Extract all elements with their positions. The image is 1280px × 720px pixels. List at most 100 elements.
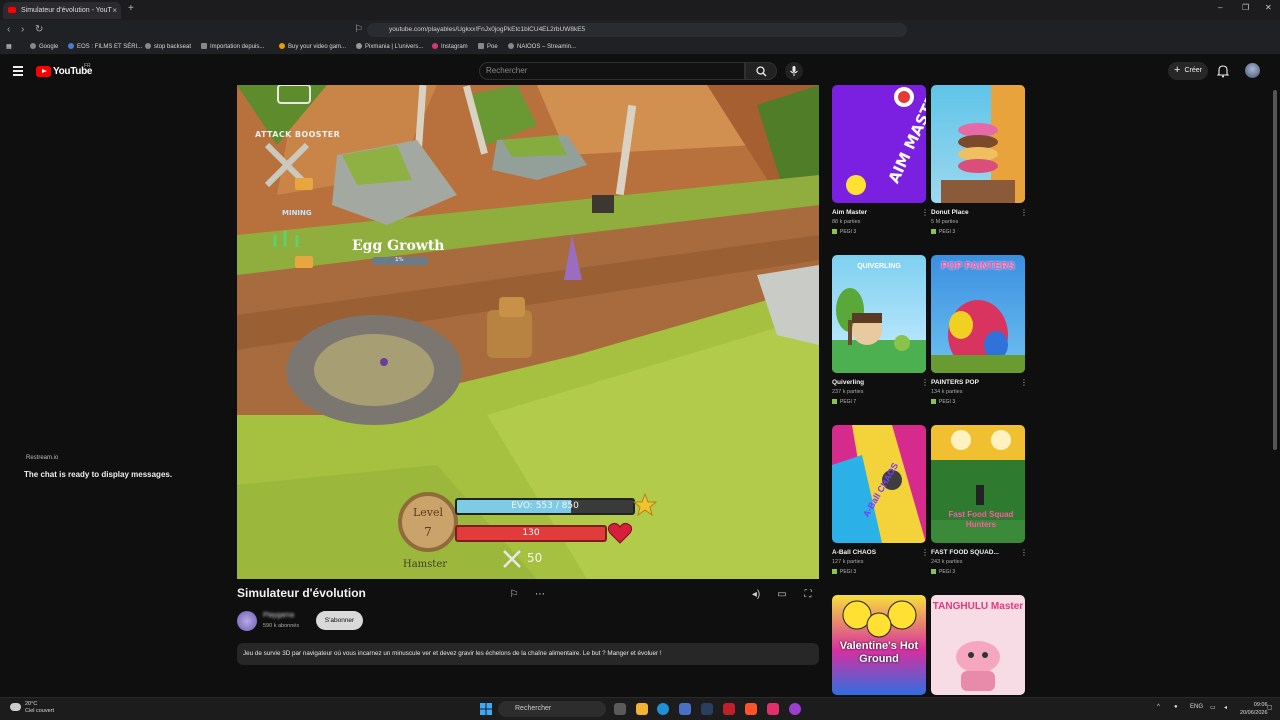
bookmark-item[interactable]: Google: [30, 43, 58, 50]
heart-icon: [607, 522, 633, 544]
bookmark-item[interactable]: stop backseat: [145, 43, 191, 50]
card-title[interactable]: PAINTERS POP: [931, 379, 979, 386]
browser-tabbar: Simulateur d'évolution - YouT × + – ❐ ✕: [0, 0, 1280, 20]
video-description[interactable]: Jeu de survie 3D par navigateur où vous …: [237, 643, 819, 665]
close-tab-icon[interactable]: ×: [112, 2, 117, 19]
cloud-icon: [10, 703, 21, 711]
notifications-bell-icon[interactable]: [1217, 64, 1229, 78]
apps-icon[interactable]: ▦: [6, 43, 12, 50]
thumbnail[interactable]: AIM MASTER: [832, 85, 926, 203]
video-title: Simulateur d'évolution: [237, 586, 366, 600]
theater-mode-icon[interactable]: ▭: [775, 588, 789, 602]
taskbar-search[interactable]: Rechercher: [498, 701, 606, 717]
thumbnail[interactable]: Fast Food Squad Hunters: [931, 425, 1025, 543]
card-title[interactable]: Quiverling: [832, 379, 864, 386]
close-window-icon[interactable]: ✕: [1265, 3, 1272, 12]
url-field[interactable]: youtube.com/playables/Ugkxx!FnJx0jogPkEt…: [367, 23, 907, 37]
bookmark-item[interactable]: NAIOOS – Streamin...: [508, 43, 576, 50]
card-plays: 127 k parties: [832, 559, 864, 565]
thumbnail[interactable]: POP PAINTERS: [931, 255, 1025, 373]
thumbnail-text: Valentine's Hot Ground: [839, 640, 919, 665]
brave-icon[interactable]: [745, 703, 757, 715]
level-value: 7: [424, 525, 432, 539]
app-icon[interactable]: [723, 703, 735, 715]
system-clock[interactable]: 09:06 20/06/2026: [1240, 701, 1268, 717]
more-actions-icon[interactable]: ⋯: [533, 588, 547, 602]
bookmark-item[interactable]: Importation depuis...: [201, 43, 264, 50]
tray-overflow-icon[interactable]: ^: [1157, 704, 1160, 710]
game-canvas[interactable]: ATTACK BOOSTER MINING Egg Growth 1% Leve…: [237, 85, 819, 579]
pegi-rating: PEGI 3: [832, 229, 856, 235]
card-more-icon[interactable]: ⋮: [1020, 208, 1028, 217]
chat-status-message: The chat is ready to display messages.: [24, 470, 173, 479]
create-button[interactable]: Créer: [1168, 61, 1208, 80]
card-more-icon[interactable]: ⋮: [1020, 548, 1028, 557]
menu-icon[interactable]: [13, 66, 23, 78]
card-title[interactable]: FAST FOOD SQUAD...: [931, 549, 999, 556]
bookmark-item[interactable]: Buy your video gam...: [279, 43, 346, 50]
attack-value: 50: [527, 551, 543, 565]
card-more-icon[interactable]: ⋮: [1020, 378, 1028, 387]
edge-icon[interactable]: [657, 703, 669, 715]
bookmark-item[interactable]: Pixmania | L'univers...: [356, 43, 423, 50]
page-scrollbar[interactable]: [1273, 90, 1277, 450]
volume-tray-icon[interactable]: ◂: [1224, 704, 1227, 711]
fullscreen-icon[interactable]: ⛶: [801, 588, 815, 602]
card-more-icon[interactable]: ⋮: [921, 378, 929, 387]
card-title[interactable]: A-Ball CHAOS: [832, 549, 876, 556]
windows-taskbar: 20°C Ciel couvert Rechercher ^ ● ENG ▭ ◂…: [0, 697, 1280, 720]
level-label: Level: [412, 506, 444, 519]
region-code: FR: [84, 63, 91, 69]
voice-search-button[interactable]: [785, 62, 803, 80]
bookmark-item[interactable]: Instagram: [432, 43, 468, 50]
store-icon[interactable]: [679, 703, 691, 715]
mic-tray-icon[interactable]: ●: [1174, 704, 1178, 710]
card-more-icon[interactable]: ⋮: [921, 548, 929, 557]
thumbnail-text: POP PAINTERS: [941, 261, 1015, 272]
card-more-icon[interactable]: ⋮: [921, 208, 929, 217]
back-icon[interactable]: ‹: [7, 24, 10, 35]
reload-icon[interactable]: ↻: [35, 24, 43, 35]
task-view-icon[interactable]: [614, 703, 626, 715]
bookmark-page-icon[interactable]: ⚐: [354, 24, 363, 35]
browser-tab[interactable]: Simulateur d'évolution - YouT ×: [3, 2, 121, 19]
app-icon[interactable]: [789, 703, 801, 715]
steam-icon[interactable]: [701, 703, 713, 715]
bookmark-item[interactable]: EOS : FILMS ET SÉRI...: [68, 43, 142, 50]
search-button[interactable]: [745, 62, 777, 80]
search-icon: [756, 66, 767, 77]
clock-date: 20/06/2026: [1240, 710, 1268, 716]
language-indicator[interactable]: ENG: [1190, 704, 1203, 710]
subscribe-button[interactable]: S'abonner: [316, 611, 363, 630]
search-input[interactable]: Rechercher: [479, 62, 745, 80]
restore-icon[interactable]: ❐: [1242, 3, 1249, 12]
sword-icon: [503, 550, 521, 568]
volume-icon[interactable]: ◂): [749, 588, 763, 602]
account-avatar[interactable]: [1245, 63, 1260, 78]
forward-icon[interactable]: ›: [21, 24, 24, 35]
thumbnail[interactable]: Valentine's Hot Ground: [832, 595, 926, 695]
thumbnail[interactable]: [931, 85, 1025, 203]
weather-widget[interactable]: 20°C Ciel couvert: [25, 701, 54, 715]
app-icon[interactable]: [767, 703, 779, 715]
card-title[interactable]: Aim Master: [832, 209, 867, 216]
windows-start-icon[interactable]: [480, 703, 492, 715]
new-tab-icon[interactable]: +: [128, 3, 134, 14]
thumbnail-text: TANGHULU Master: [932, 601, 1024, 612]
card-plays: 5 M parties: [931, 219, 959, 225]
channel-name[interactable]: Playgama: [263, 612, 294, 619]
thumbnail[interactable]: A-Ball CHAOS: [832, 425, 926, 543]
minimize-icon[interactable]: –: [1218, 3, 1222, 12]
save-bookmark-icon[interactable]: ⚐: [507, 588, 521, 602]
file-explorer-icon[interactable]: [636, 703, 648, 715]
weather-condition: Ciel couvert: [25, 708, 55, 714]
bookmark-item[interactable]: Poe: [478, 43, 498, 50]
card-plays: 237 k parties: [832, 389, 864, 395]
network-icon[interactable]: ▭: [1210, 704, 1216, 711]
thumbnail[interactable]: TANGHULU Master: [931, 595, 1025, 695]
card-title[interactable]: Donut Place: [931, 209, 969, 216]
channel-avatar[interactable]: [237, 611, 257, 631]
thumbnail[interactable]: QUIVERLING: [832, 255, 926, 373]
youtube-logo-icon[interactable]: [36, 66, 51, 77]
notification-icon[interactable]: ▢: [1267, 704, 1273, 711]
